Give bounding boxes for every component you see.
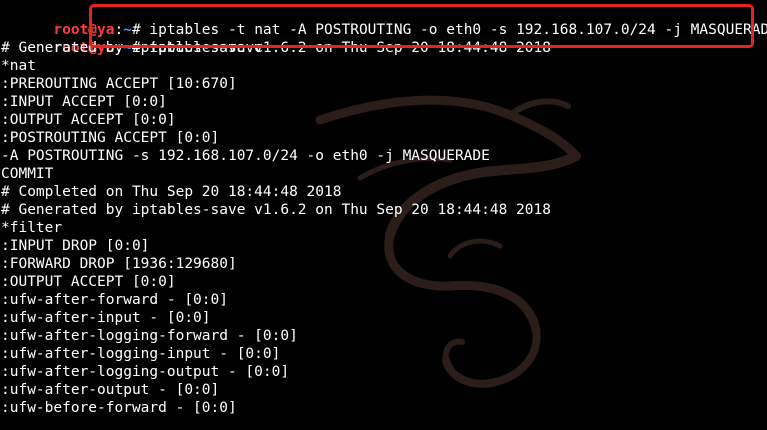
prompt-user-host: root@ya — [53, 22, 115, 38]
output-line: :ufw-after-logging-input - [0:0] — [1, 346, 281, 362]
output-line: :OUTPUT ACCEPT [0:0] — [1, 112, 176, 128]
output-line: :POSTROUTING ACCEPT [0:0] — [1, 130, 220, 146]
command-text: iptables -t nat -A POSTROUTING -o eth0 -… — [140, 22, 767, 38]
terminal-window[interactable]: root@ya:~# iptables -t nat -A POSTROUTIN… — [0, 0, 767, 430]
terminal-output: root@ya:~# iptables -t nat -A POSTROUTIN… — [1, 3, 767, 417]
prompt-separator: : — [114, 22, 124, 38]
command-line-1[interactable]: root@ya:~# iptables -t nat -A POSTROUTIN… — [1, 3, 767, 38]
output-line: :FORWARD DROP [1936:129680] — [1, 256, 237, 272]
output-line: :INPUT DROP [0:0] — [1, 238, 150, 254]
output-line: :ufw-after-output - [0:0] — [1, 382, 220, 398]
output-line: COMMIT — [1, 166, 54, 182]
output-line: *nat — [1, 58, 36, 74]
output-line: :PREROUTING ACCEPT [10:670] — [1, 76, 237, 92]
output-line: # Completed on Thu Sep 20 18:44:48 2018 — [1, 184, 342, 200]
output-line: :ufw-after-logging-forward - [0:0] — [1, 328, 298, 344]
output-line: :ufw-after-input - [0:0] — [1, 310, 211, 326]
prompt-path: ~ — [123, 22, 132, 38]
output-line: :OUTPUT ACCEPT [0:0] — [1, 274, 176, 290]
output-line: -A POSTROUTING -s 192.168.107.0/24 -o et… — [1, 148, 490, 164]
output-line: # Generated by iptables-save v1.6.2 on T… — [1, 40, 551, 56]
output-line: :ufw-after-forward - [0:0] — [1, 292, 228, 308]
output-line: *filter — [1, 220, 63, 236]
prompt-symbol: # — [131, 22, 141, 38]
output-line: # Generated by iptables-save v1.6.2 on T… — [1, 202, 551, 218]
output-line: :ufw-after-logging-output - [0:0] — [1, 364, 290, 380]
output-line: :INPUT ACCEPT [0:0] — [1, 94, 167, 110]
output-line: :ufw-before-forward - [0:0] — [1, 400, 237, 416]
